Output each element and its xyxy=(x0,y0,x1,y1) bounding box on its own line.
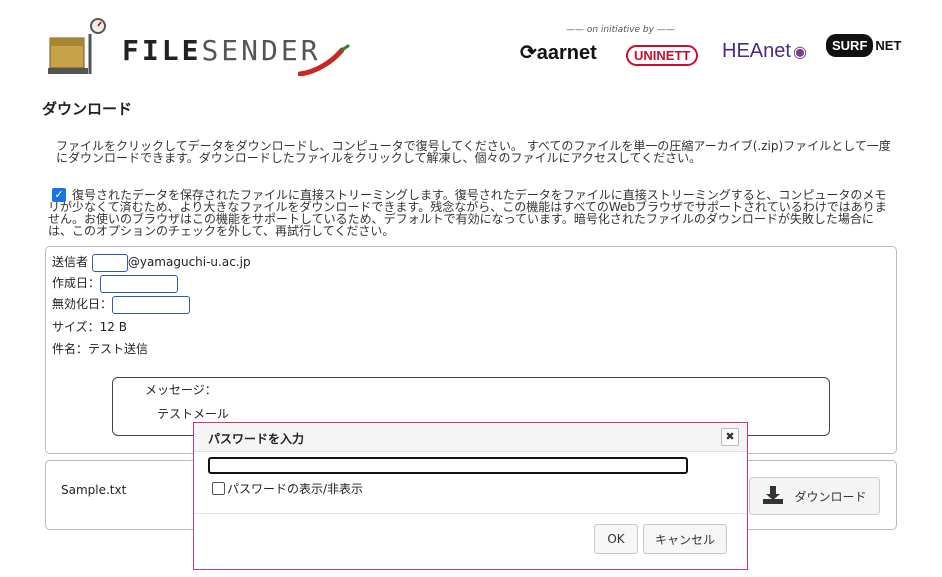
surf-text: SURF xyxy=(826,34,874,57)
aarnet-swirl-icon: ⟳ xyxy=(520,42,537,64)
expires-label: 無効化日： xyxy=(52,297,113,311)
ok-button[interactable]: OK xyxy=(594,524,638,554)
size-row: サイズ：12 B xyxy=(52,320,127,334)
cancel-button[interactable]: キャンセル xyxy=(643,524,727,554)
aarnet-text: aarnet xyxy=(536,42,597,64)
download-button[interactable]: ダウンロード xyxy=(749,477,880,515)
dialog-title: パスワードを入力 xyxy=(208,432,305,446)
message-label: メッセージ： xyxy=(145,383,217,397)
password-input[interactable] xyxy=(208,457,688,474)
sender-row: 送信者 @yamaguchi-u.ac.jp xyxy=(52,253,251,272)
created-label: 作成日： xyxy=(52,276,101,290)
download-icon xyxy=(762,485,784,508)
sender-domain: @yamaguchi-u.ac.jp xyxy=(127,255,251,269)
close-icon[interactable]: ✖ xyxy=(721,428,739,446)
download-label: ダウンロード xyxy=(794,489,867,504)
chili-pepper-icon xyxy=(297,44,350,77)
message-text: テストメール xyxy=(157,407,230,421)
surfnet-logo: SURF NET xyxy=(826,34,902,57)
heanet-text: HEAnet xyxy=(722,40,791,62)
expires-date-field xyxy=(112,295,191,314)
file-name[interactable]: Sample.txt xyxy=(61,483,126,497)
show-password-label: パスワードの表示/非表示 xyxy=(227,482,364,496)
logo-text-bold: FILE xyxy=(122,34,202,67)
password-dialog: パスワードを入力 ✖ パスワードの表示/非表示 OK キャンセル xyxy=(193,422,748,570)
heanet-logo: HEAnet ◉ xyxy=(722,40,807,63)
created-row: 作成日： xyxy=(52,274,179,293)
heanet-harp-icon: ◉ xyxy=(792,44,807,61)
show-password-toggle[interactable]: パスワードの表示/非表示 xyxy=(212,480,363,497)
dialog-divider xyxy=(194,513,747,514)
sender-label: 送信者 xyxy=(52,255,89,269)
show-password-checkbox[interactable] xyxy=(212,482,225,495)
created-date-field xyxy=(100,274,179,293)
expires-row: 無効化日： xyxy=(52,295,191,314)
uninett-logo: UNINETT xyxy=(626,45,699,66)
initiative-caption: —— on initiative by —— xyxy=(566,25,675,35)
sender-name-field xyxy=(91,253,128,272)
subject-row: 件名：テスト送信 xyxy=(52,342,149,356)
stream-option-text: 復号されたデータを保存されたファイルに直接ストリーミングします。復号されたデータ… xyxy=(48,188,887,238)
download-instructions: ファイルをクリックしてデータをダウンロードし、コンピュータで復号してください。 … xyxy=(56,139,891,165)
filesender-wordmark: FILESENDER xyxy=(122,34,321,67)
page-title: ダウンロード xyxy=(42,100,133,118)
aarnet-logo: ⟳aarnet xyxy=(520,40,597,65)
net-text: NET xyxy=(875,38,902,53)
filesender-logo-icon xyxy=(46,16,106,78)
